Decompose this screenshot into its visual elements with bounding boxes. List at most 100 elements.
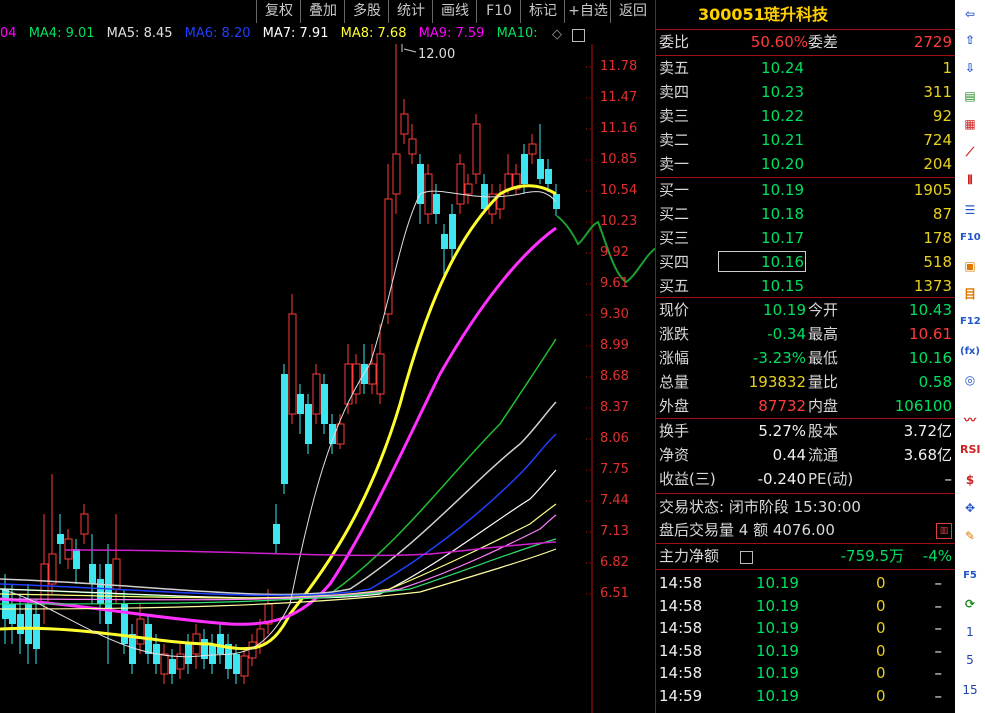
tick-volume: 0 [876, 596, 886, 615]
arrow-up-icon[interactable]: ⇧ [960, 30, 980, 50]
main-flow-row: 主力净额 -759.5万 -4% [656, 545, 956, 568]
refresh-icon[interactable]: ⟳ [960, 594, 980, 614]
arrow-down-icon[interactable]: ⇩ [960, 58, 980, 78]
function-icon[interactable]: (fx) [960, 342, 980, 362]
arrow-left-icon[interactable]: ⇦ [960, 4, 980, 24]
list-icon[interactable]: ☰ [960, 200, 980, 220]
mark-button[interactable]: 标记 [520, 0, 565, 23]
quote-row: 涨跌 -0.34 最高 10.61 [656, 323, 956, 346]
quote-label: 外盘 [659, 397, 690, 415]
main-flow-value: -759.5万 [840, 547, 904, 565]
collapse-icon[interactable] [572, 29, 585, 42]
candle [288, 313, 297, 415]
tick-price: 10.19 [756, 641, 799, 660]
ask-volume: 1 [942, 59, 952, 77]
fundamental-label-2: 流通 [808, 446, 839, 464]
tick-row: 14:58 10.19 0 – [656, 595, 956, 618]
line-chart-icon[interactable]: ⟋ [960, 142, 980, 162]
f10-button[interactable]: F10 [476, 0, 521, 23]
candlestick-chart[interactable]: 12.00 [0, 44, 655, 713]
bid-volume: 518 [923, 253, 952, 271]
ma9-value: MA9: 7.59 [418, 26, 485, 41]
candle [169, 659, 176, 674]
report-icon[interactable]: ▤ [960, 86, 980, 106]
weibi-value: 50.60% [750, 33, 808, 51]
move-icon[interactable]: ✥ [960, 498, 980, 518]
candle [456, 163, 465, 205]
grid-icon[interactable]: ▦ [960, 114, 980, 134]
candle [424, 173, 433, 215]
candle [464, 183, 473, 195]
diamond-icon[interactable]: ◇ [552, 27, 562, 42]
chart-icon[interactable]: ▥ [936, 523, 952, 539]
multi-stock-button[interactable]: 多股 [344, 0, 389, 23]
weicha-label: 委差 [808, 33, 839, 51]
f5-icon[interactable]: F5 [960, 566, 980, 586]
tick-price: 10.19 [756, 619, 799, 638]
tick-volume: 0 [876, 664, 886, 683]
high-price-label: 12.00 [418, 47, 455, 62]
fundamental-label: 换手 [659, 422, 690, 440]
candle [57, 534, 64, 544]
candle [48, 553, 57, 585]
fundamental-row: 净资 0.44 流通 3.68亿 [656, 444, 956, 467]
fundamental-row: 换手 5.27% 股本 3.72亿 [656, 420, 956, 443]
period-5-button[interactable]: 5 [960, 650, 980, 670]
selected-bid-box[interactable] [718, 251, 806, 272]
price-tick-label: 10.85 [600, 152, 638, 167]
price-tick-label: 10.23 [600, 214, 638, 229]
period-1-button[interactable]: 1 [960, 622, 980, 642]
candle [449, 214, 456, 249]
fundamental-row: 收益(三) -0.240 PE(动) – [656, 468, 956, 491]
tick-direction: – [934, 641, 943, 660]
tick-row: 14:58 10.19 0 – [656, 640, 956, 663]
ma4-value: MA4: 9.01 [28, 26, 95, 41]
overlay-button[interactable]: 叠加 [300, 0, 345, 23]
fundamental-label: 净资 [659, 446, 690, 464]
kline-icon[interactable]: ⫴ [960, 170, 980, 190]
candle [136, 618, 145, 645]
candle [240, 655, 249, 677]
price-tick-label: 11.78 [600, 59, 638, 74]
tick-price: 10.19 [756, 574, 799, 592]
ask-level-row: 卖四 10.23 311 [656, 81, 956, 104]
ma7-value: MA7: 7.91 [262, 26, 329, 41]
price-tick-label: 6.82 [600, 555, 629, 570]
back-button[interactable]: 返回 [610, 0, 655, 23]
ma8-value: MA8: 7.68 [340, 26, 407, 41]
add-watchlist-button[interactable]: +自选 [564, 0, 611, 23]
candle [9, 604, 16, 624]
quote-row: 外盘 87732 内盘 106100 [656, 395, 956, 418]
candle [33, 614, 40, 649]
quote-row: 总量 193832 量比 0.58 [656, 371, 956, 394]
ask-price: 10.21 [761, 131, 804, 149]
bid-level-label: 买一 [659, 181, 690, 199]
tick-volume: 0 [876, 687, 886, 705]
restore-rights-button[interactable]: 复权 [256, 0, 301, 23]
tick-row: 14:58 10.19 0 – [656, 572, 956, 595]
calendar-icon[interactable]: 目 [960, 284, 980, 304]
candle [312, 373, 321, 415]
rsi-icon[interactable]: RSI [960, 440, 981, 460]
f10-icon[interactable]: F10 [960, 228, 981, 248]
f12-icon[interactable]: F12 [960, 312, 981, 332]
candle [248, 641, 257, 659]
tick-volume: 0 [876, 619, 886, 638]
statistics-button[interactable]: 统计 [388, 0, 433, 23]
quote-label-2: 内盘 [808, 397, 839, 415]
period-15-button[interactable]: 15 [960, 680, 980, 700]
moving-average-line [64, 541, 557, 557]
candle [408, 138, 417, 155]
wave-icon[interactable]: 〰 [960, 410, 980, 430]
news-icon[interactable]: ▣ [960, 256, 980, 276]
ask-volume: 92 [932, 107, 952, 125]
circle-icon[interactable]: ◎ [960, 370, 980, 390]
pencil-icon[interactable]: ✎ [960, 526, 980, 546]
draw-line-button[interactable]: 画线 [432, 0, 477, 23]
menu-icon[interactable] [740, 551, 753, 564]
quote-panel: 300051 琏升科技 委比 50.60% 委差 2729 卖五 10.24 1 卖四… [655, 0, 956, 713]
quote-value: 10.19 [763, 301, 806, 319]
tick-price: 10.19 [756, 664, 799, 683]
dollar-icon[interactable]: $ [960, 470, 980, 490]
tick-volume: 0 [876, 574, 886, 592]
